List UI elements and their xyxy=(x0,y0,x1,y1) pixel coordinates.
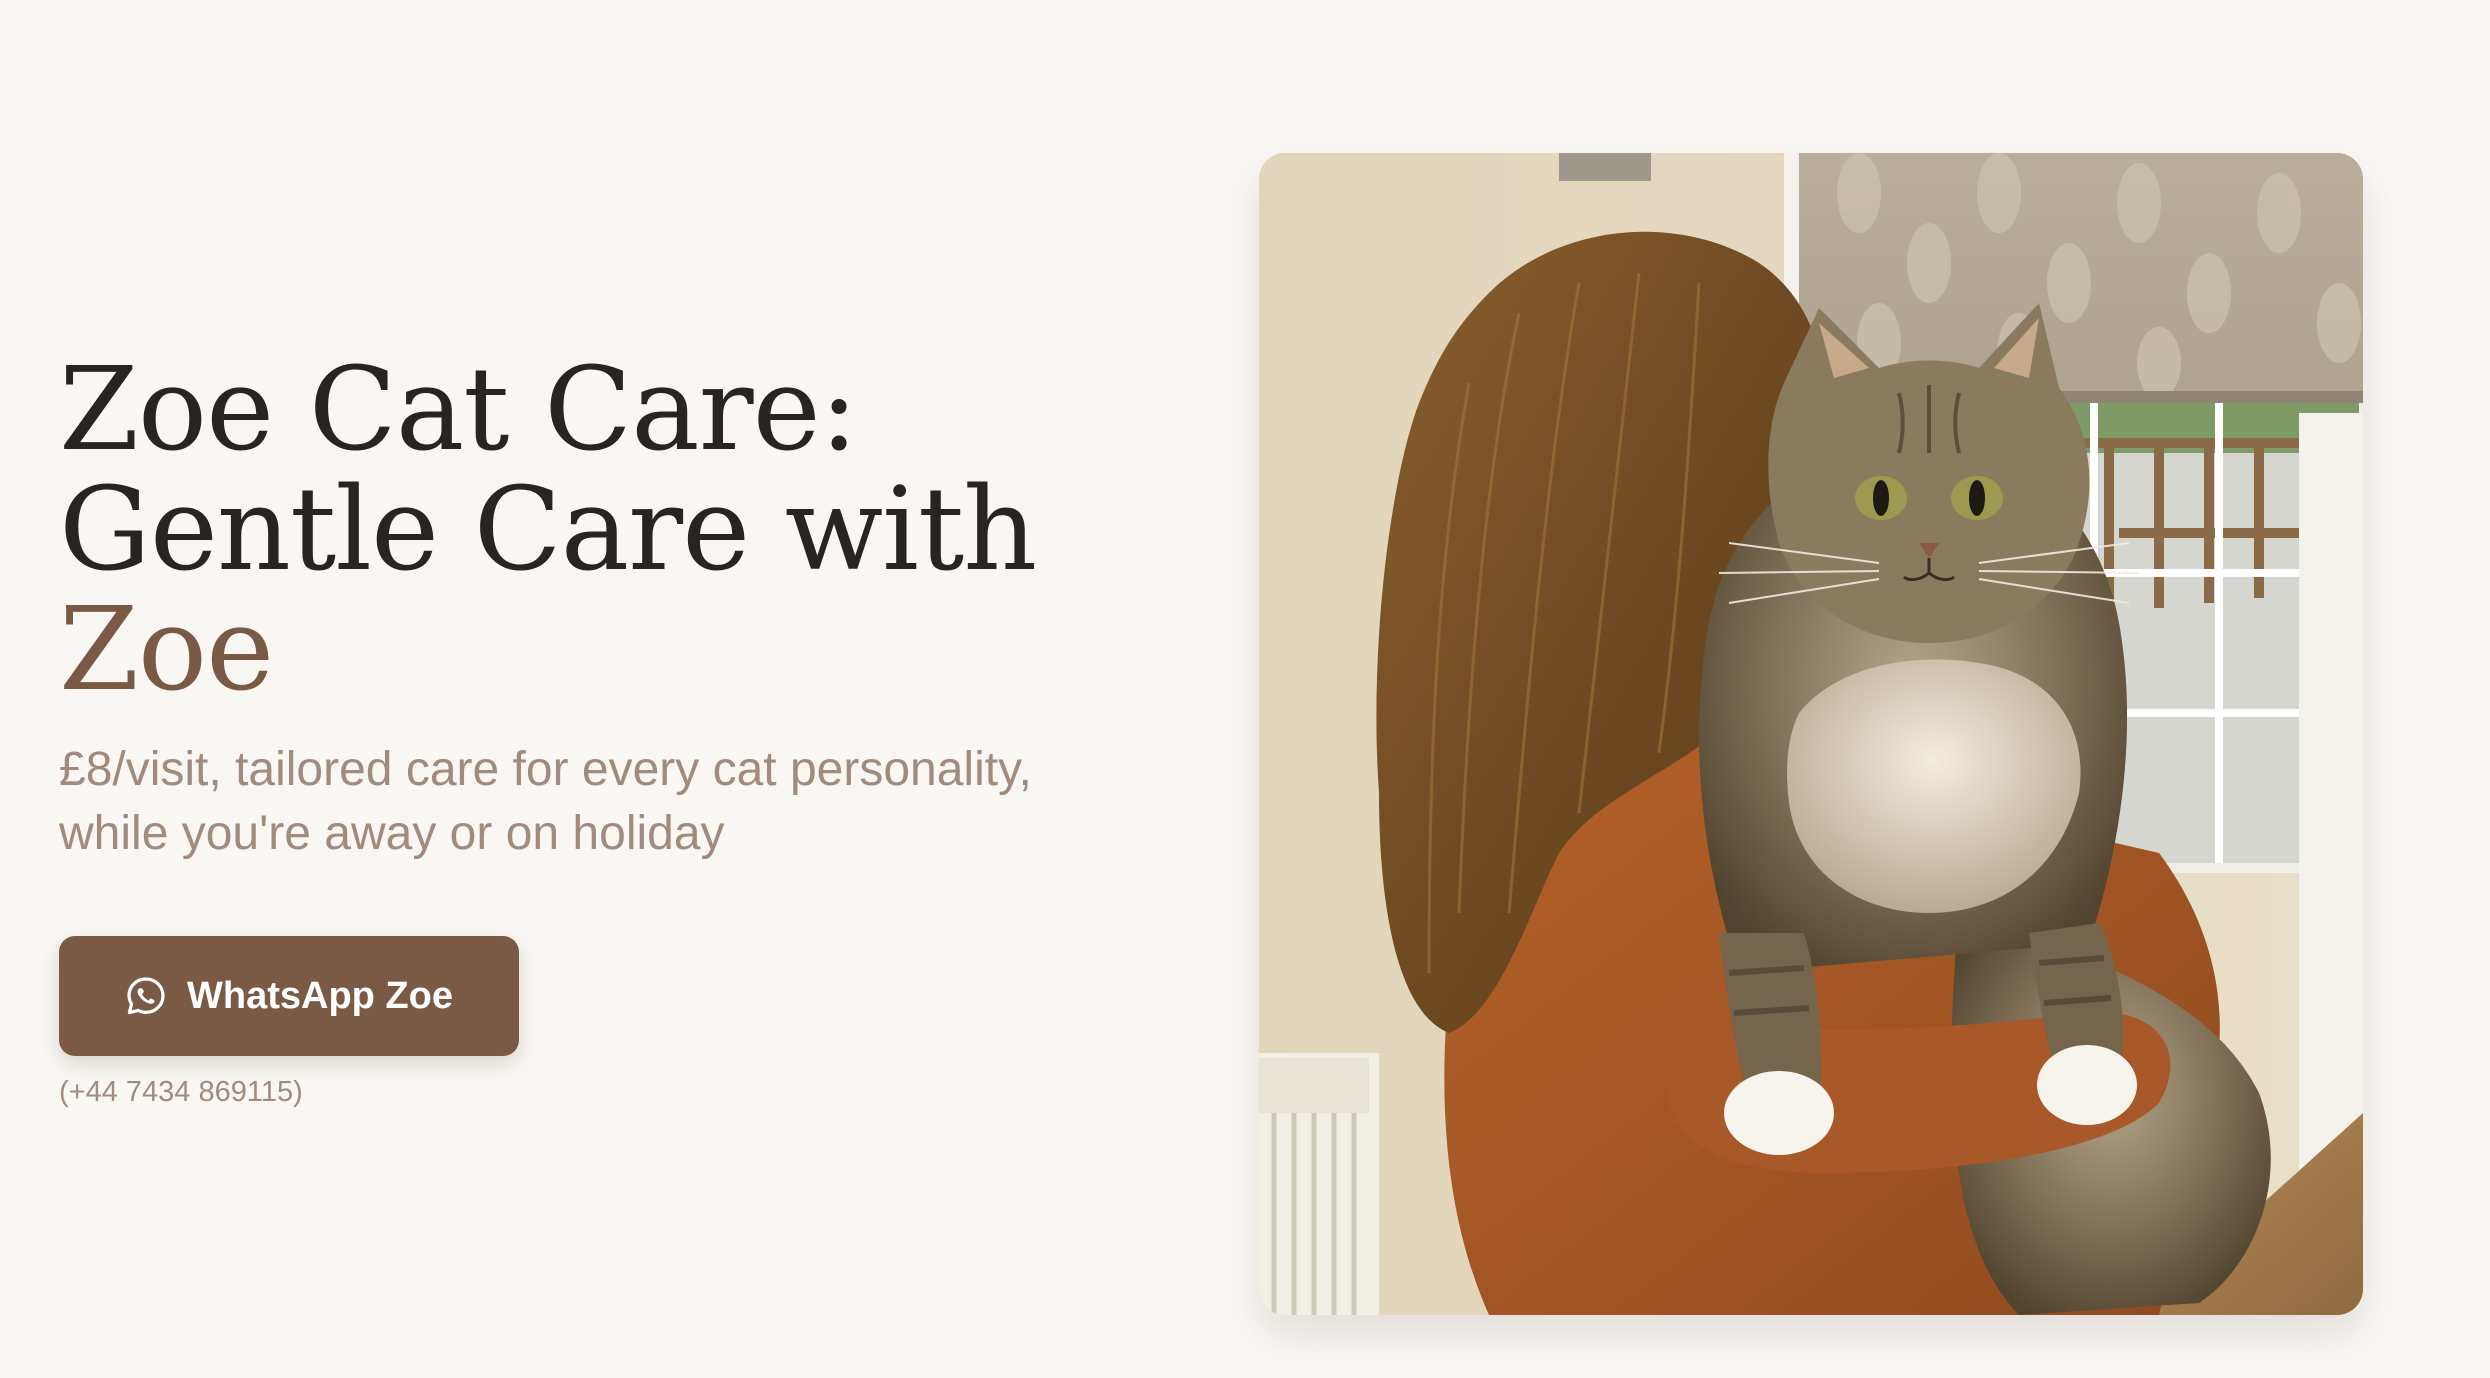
hero-subtitle-line2: while you're away or on holiday xyxy=(59,807,725,860)
whatsapp-button-label: WhatsApp Zoe xyxy=(187,974,453,1017)
hero-photo xyxy=(1259,153,2363,1315)
phone-number: (+44 7434 869115) xyxy=(59,1076,303,1108)
page: Zoe Cat Care: Gentle Care with Zoe £8/vi… xyxy=(0,0,2490,1378)
hero-title-accent: Zoe xyxy=(59,583,274,717)
hero-title: Zoe Cat Care: Gentle Care with Zoe xyxy=(59,350,1209,710)
hero-content: Zoe Cat Care: Gentle Care with Zoe £8/vi… xyxy=(59,350,1209,1109)
whatsapp-icon xyxy=(125,975,167,1017)
hero-photo-illustration xyxy=(1259,153,2363,1315)
hero-title-line2: Gentle Care with xyxy=(59,463,1037,597)
hero-subtitle-line1: £8/visit, tailored care for every cat pe… xyxy=(59,743,1032,796)
hero-title-line1: Zoe Cat Care: xyxy=(59,343,858,477)
hero-subtitle: £8/visit, tailored care for every cat pe… xyxy=(59,738,1209,866)
whatsapp-button[interactable]: WhatsApp Zoe xyxy=(59,936,519,1056)
